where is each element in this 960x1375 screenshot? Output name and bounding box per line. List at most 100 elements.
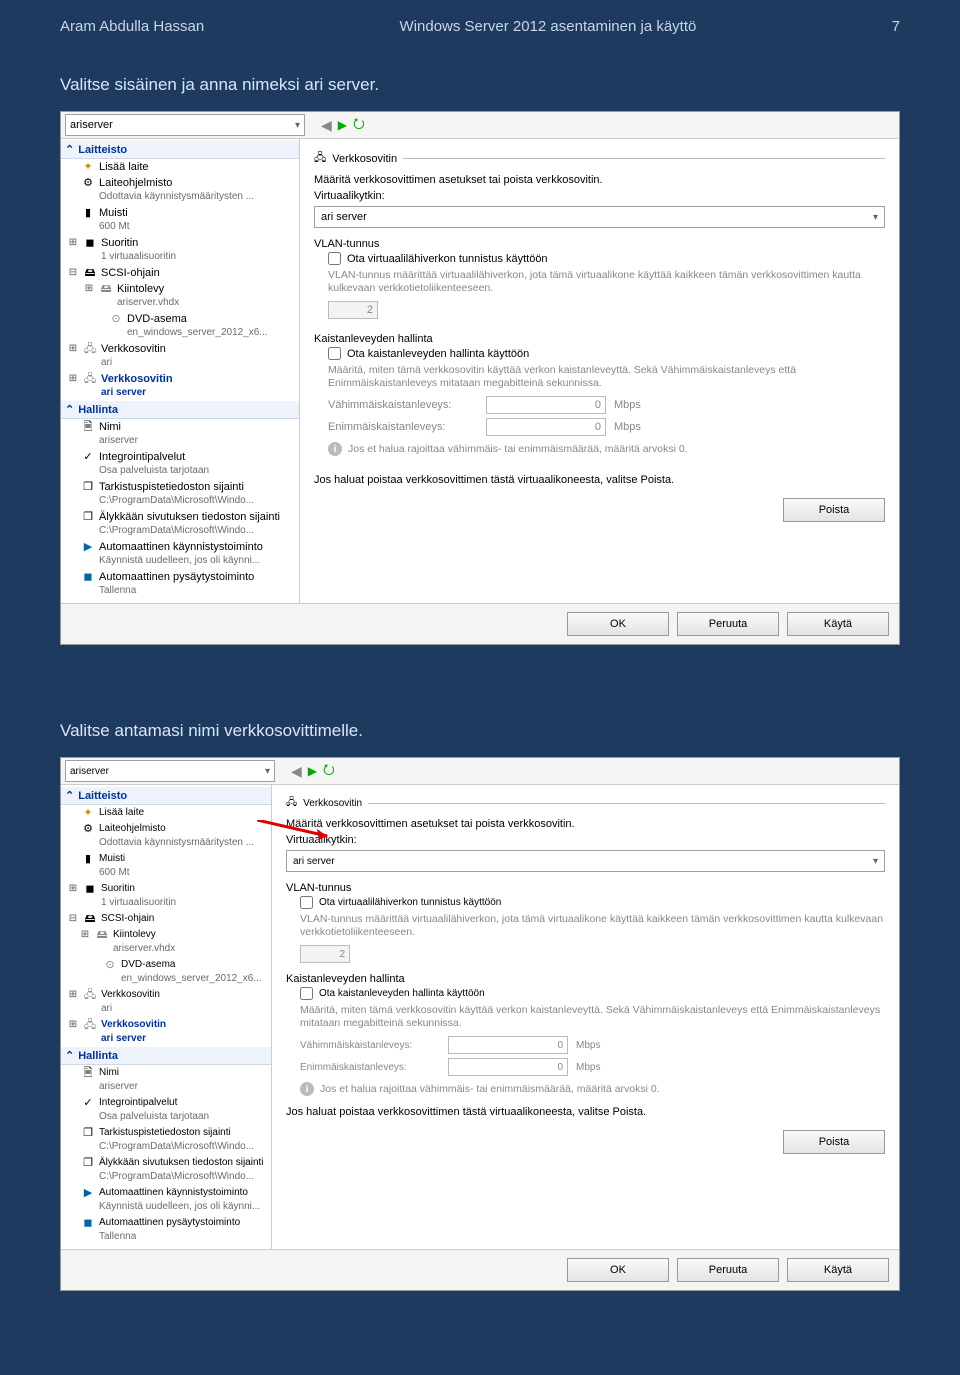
checkpoint-icon: ❐ (81, 480, 95, 494)
expand-icon[interactable]: ⊞ (79, 928, 91, 942)
vm-selector[interactable]: ariserver ▾ (65, 114, 305, 136)
vswitch-select[interactable]: ari server ▾ (314, 206, 885, 228)
tree-header-hardware[interactable]: ⌃Laitteisto (61, 787, 271, 805)
expand-icon[interactable]: ⊞ (67, 342, 79, 356)
collapse-icon[interactable]: ⊟ (67, 266, 79, 280)
tree-autostop[interactable]: ◼Automaattinen pysäytystoimintoTallenna (61, 569, 299, 599)
expand-icon[interactable]: ⊞ (67, 882, 79, 896)
name-icon: 🗎 (81, 1066, 95, 1080)
caption-2: Valitse antamasi nimi verkkosovittimelle… (0, 681, 960, 757)
bw-min-label: Vähimmäiskaistanleveys: (328, 399, 478, 411)
tree-smartpaging[interactable]: ❐Älykkään sivutuksen tiedoston sijaintiC… (61, 1155, 271, 1185)
vm-selector-value: ariserver (70, 119, 113, 131)
tree-add-device[interactable]: ✦Lisää laite (61, 805, 271, 821)
vswitch-value: ari server (293, 856, 335, 867)
remove-button[interactable]: Poista (783, 1130, 885, 1154)
vlan-checkbox[interactable] (300, 896, 313, 909)
tree-cpu[interactable]: ⊞◼Suoritin1 virtuaalisuoritin (61, 235, 299, 265)
nav-prev-icon[interactable]: ◀ (291, 763, 302, 780)
bw-min-input: 0 (448, 1036, 568, 1054)
autostart-icon: ▶ (81, 1186, 95, 1200)
ok-button[interactable]: OK (567, 1258, 669, 1282)
vlan-checkbox-label: Ota virtuaalilähiverkon tunnistus käyttö… (319, 897, 501, 908)
nav-refresh-icon[interactable]: ⭮ (323, 759, 335, 783)
tree-header-management[interactable]: ⌃Hallinta (61, 1047, 271, 1065)
apply-button[interactable]: Käytä (787, 612, 889, 636)
tree-nic1[interactable]: ⊞🖧Verkkosovitinari (61, 341, 299, 371)
tree-name[interactable]: 🗎Nimiariserver (61, 1065, 271, 1095)
vm-selector[interactable]: ariserver ▾ (65, 760, 275, 782)
bw-checkbox[interactable] (300, 987, 313, 1000)
tree-scsi[interactable]: ⊟🖴SCSI-ohjain (61, 911, 271, 927)
tree-autostart[interactable]: ▶Automaattinen käynnistystoimintoKäynnis… (61, 539, 299, 569)
tree-hdd[interactable]: ⊞🖴Kiintolevyariserver.vhdx (61, 281, 299, 311)
bw-section-title: Kaistanleveyden hallinta (286, 973, 885, 985)
vswitch-select[interactable]: ari server ▾ (286, 850, 885, 872)
name-icon: 🗎 (81, 420, 95, 434)
panel-desc: Määritä verkkosovittimen asetukset tai p… (286, 818, 885, 830)
smartpaging-icon: ❐ (81, 1156, 95, 1170)
expand-icon[interactable]: ⊞ (67, 236, 79, 250)
header-page: 7 (892, 18, 900, 35)
cancel-button[interactable]: Peruuta (677, 1258, 779, 1282)
expand-icon[interactable]: ⊞ (67, 988, 79, 1002)
ok-button[interactable]: OK (567, 612, 669, 636)
cancel-button[interactable]: Peruuta (677, 612, 779, 636)
tree-dvd[interactable]: ⊙DVD-asemaen_windows_server_2012_x6... (61, 957, 271, 987)
tree-smartpaging[interactable]: ❐Älykkään sivutuksen tiedoston sijaintiC… (61, 509, 299, 539)
autostart-icon: ▶ (81, 540, 95, 554)
tree-autostop[interactable]: ◼Automaattinen pysäytystoimintoTallenna (61, 1215, 271, 1245)
tree-nic1[interactable]: ⊞🖧Verkkosovitinari (61, 987, 271, 1017)
nav-refresh-icon[interactable]: ⭮ (353, 113, 365, 137)
tree-nic2-selected[interactable]: ⊞🖧Verkkosovitinari server (61, 371, 299, 401)
tree-integration[interactable]: ✓IntegrointipalvelutOsa palveluista tarj… (61, 449, 299, 479)
tree-memory[interactable]: ▮Muisti600 Mt (61, 205, 299, 235)
bw-max-unit: Mbps (576, 1062, 600, 1073)
collapse-icon[interactable]: ⊟ (67, 912, 79, 926)
add-device-icon: ✦ (81, 160, 95, 174)
vlan-checkbox[interactable] (328, 252, 341, 265)
vlan-checkbox-label: Ota virtuaalilähiverkon tunnistus käyttö… (347, 253, 548, 265)
tree-header-management[interactable]: ⌃Hallinta (61, 401, 299, 419)
tree-add-device[interactable]: ✦Lisää laite (61, 159, 299, 175)
chevron-down-icon: ▾ (295, 120, 300, 131)
expand-icon[interactable]: ⊞ (83, 282, 95, 296)
tree-cpu[interactable]: ⊞◼Suoritin1 virtuaalisuoritin (61, 881, 271, 911)
tree-header-hardware[interactable]: ⌃Laitteisto (61, 141, 299, 159)
nav-next-icon[interactable]: ▶ (308, 764, 317, 778)
tree-integration[interactable]: ✓IntegrointipalvelutOsa palveluista tarj… (61, 1095, 271, 1125)
tree-autostart[interactable]: ▶Automaattinen käynnistystoimintoKäynnis… (61, 1185, 271, 1215)
tree-hdd[interactable]: ⊞🖴Kiintolevyariserver.vhdx (61, 927, 271, 957)
panel-desc: Määritä verkkosovittimen asetukset tai p… (314, 174, 885, 186)
bw-max-label: Enimmäiskaistanleveys: (300, 1062, 440, 1073)
vlan-desc: VLAN-tunnus määrittää virtuaalilähiverko… (300, 913, 885, 939)
dialog-footer: OK Peruuta Käytä (61, 603, 899, 644)
apply-button[interactable]: Käytä (787, 1258, 889, 1282)
nav-prev-icon[interactable]: ◀ (321, 117, 332, 134)
tree-dvd[interactable]: ⊙DVD-asemaen_windows_server_2012_x6... (61, 311, 299, 341)
tree-memory[interactable]: ▮Muisti600 Mt (61, 851, 271, 881)
divider (368, 803, 885, 804)
remove-button[interactable]: Poista (783, 498, 885, 522)
network-icon: 🖧 (83, 342, 97, 356)
tree-scsi[interactable]: ⊟🖴SCSI-ohjain (61, 265, 299, 281)
nav-next-icon[interactable]: ▶ (338, 118, 347, 132)
info-icon: i (328, 442, 342, 456)
tree-checkpoint[interactable]: ❐Tarkistuspistetiedoston sijaintiC:\Prog… (61, 479, 299, 509)
dvd-icon: ⊙ (103, 958, 117, 972)
collapse-icon: ⌃ (65, 1049, 74, 1062)
tree-firmware[interactable]: ⚙LaiteohjelmistoOdottavia käynnistysmäär… (61, 175, 299, 205)
network-icon: 🖧 (314, 149, 326, 168)
expand-icon[interactable]: ⊞ (67, 372, 79, 386)
dvd-icon: ⊙ (109, 312, 123, 326)
tree-nic2-selected[interactable]: ⊞🖧Verkkosovitinari server (61, 1017, 271, 1047)
tree-firmware[interactable]: ⚙LaiteohjelmistoOdottavia käynnistysmäär… (61, 821, 271, 851)
autostop-icon: ◼ (81, 570, 95, 584)
bw-checkbox[interactable] (328, 347, 341, 360)
tree-checkpoint[interactable]: ❐Tarkistuspistetiedoston sijaintiC:\Prog… (61, 1125, 271, 1155)
expand-icon[interactable]: ⊞ (67, 1018, 79, 1032)
firmware-icon: ⚙ (81, 176, 95, 190)
tree-name[interactable]: 🗎Nimiariserver (61, 419, 299, 449)
bw-max-unit: Mbps (614, 421, 641, 433)
panel-title: Verkkosovitin (332, 153, 397, 165)
